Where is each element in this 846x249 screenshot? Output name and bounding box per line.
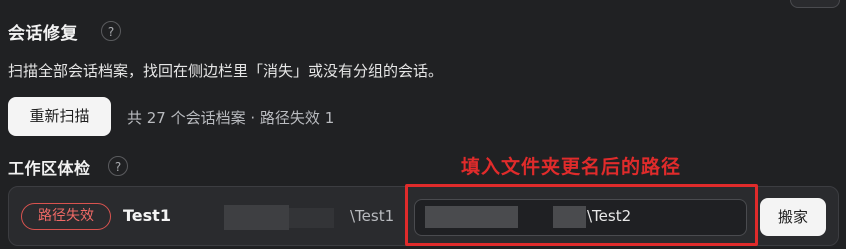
workspace-name: Test1 (123, 206, 171, 225)
repair-description: 扫描全部会话档案，找回在侧边栏里「消失」或没有分组的会话。 (8, 62, 444, 80)
scan-summary: 共 27 个会话档案 · 路径失效 1 (127, 109, 335, 127)
path-invalid-badge: 路径失效 (21, 203, 111, 230)
annotation-box (405, 184, 758, 246)
repair-section-title: 会话修复 (8, 24, 78, 44)
old-path-suffix: \Test1 (350, 207, 395, 225)
old-path-redacted-2 (289, 208, 334, 228)
workspace-help-icon[interactable]: ? (108, 156, 128, 176)
top-right-control[interactable] (790, 0, 840, 8)
rescan-button[interactable]: 重新扫描 (8, 97, 111, 136)
repair-help-icon[interactable]: ? (101, 21, 121, 41)
workspace-section-title: 工作区体检 (8, 159, 91, 178)
annotation-text: 填入文件夹更名后的路径 (461, 156, 682, 178)
move-button[interactable]: 搬家 (760, 198, 826, 236)
old-path-redacted (224, 205, 289, 230)
